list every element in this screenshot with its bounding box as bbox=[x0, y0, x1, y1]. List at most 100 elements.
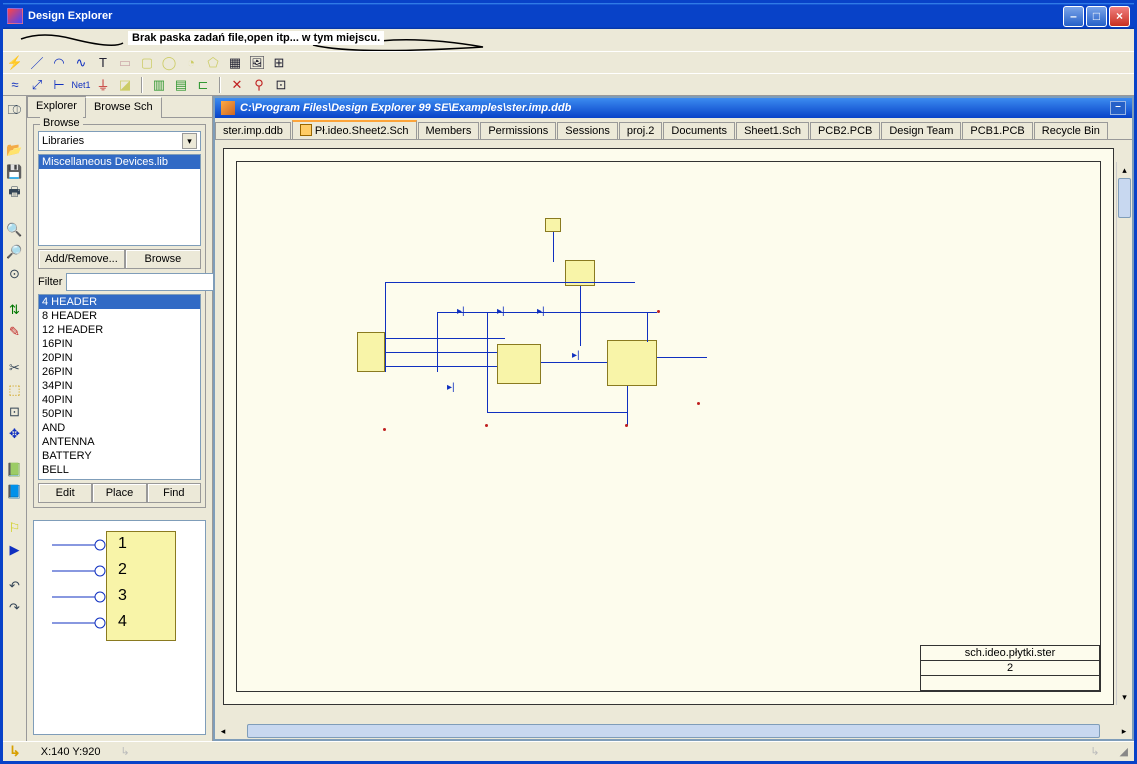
up-down-icon[interactable]: ⇅ bbox=[7, 302, 23, 318]
horizontal-scrollbar[interactable]: ◂ ▸ bbox=[215, 723, 1132, 739]
libraries-dropdown[interactable]: Libraries ▾ bbox=[38, 131, 201, 151]
zoom-out-icon[interactable]: 🔎 bbox=[7, 244, 23, 260]
list-item[interactable]: 40PIN bbox=[39, 393, 200, 407]
list-item[interactable]: 4 HEADER bbox=[39, 295, 200, 309]
sheet-entry-icon[interactable]: ▤ bbox=[173, 77, 189, 93]
ellipse-icon[interactable]: ◯ bbox=[161, 55, 177, 71]
scroll-thumb[interactable] bbox=[1118, 178, 1131, 218]
doc-tab[interactable]: Documents bbox=[663, 122, 735, 139]
doc-tab[interactable]: Members bbox=[418, 122, 480, 139]
redo-icon[interactable]: ↷ bbox=[7, 600, 23, 616]
wire-tool-icon[interactable]: ⚡ bbox=[7, 55, 23, 71]
scroll-left-icon[interactable]: ◂ bbox=[215, 723, 231, 739]
app-icon bbox=[7, 8, 23, 24]
resize-grip-icon[interactable]: ◢ bbox=[1120, 745, 1128, 758]
library-icon[interactable]: 📗 bbox=[7, 462, 23, 478]
tab-explorer[interactable]: Explorer bbox=[27, 96, 86, 117]
doc-tab[interactable]: Permissions bbox=[480, 122, 556, 139]
find-button[interactable]: Find bbox=[147, 483, 201, 503]
filter-input[interactable] bbox=[66, 273, 214, 291]
list-item[interactable]: 16PIN bbox=[39, 337, 200, 351]
scroll-right-icon[interactable]: ▸ bbox=[1116, 723, 1132, 739]
line-tool-icon[interactable]: ／ bbox=[29, 55, 45, 71]
power-port-icon[interactable]: ⏚ bbox=[95, 77, 111, 93]
zoom-in-icon[interactable]: 🔍 bbox=[7, 222, 23, 238]
hierarchy-icon[interactable]: ⎄ bbox=[7, 102, 23, 118]
annotate-icon[interactable]: ⚐ bbox=[7, 520, 23, 536]
scroll-down-icon[interactable]: ▾ bbox=[1117, 689, 1132, 705]
junction-icon[interactable]: ⊢ bbox=[51, 77, 67, 93]
polygon-icon[interactable]: ⬠ bbox=[205, 55, 221, 71]
bus-entry-icon[interactable]: ⤢ bbox=[29, 77, 45, 93]
component-listbox[interactable]: 4 HEADER8 HEADER12 HEADER16PIN20PIN26PIN… bbox=[38, 294, 201, 480]
doc-tab[interactable]: Design Team bbox=[881, 122, 961, 139]
scroll-up-icon[interactable]: ▴ bbox=[1117, 162, 1132, 178]
doc-tab[interactable]: Recycle Bin bbox=[1034, 122, 1108, 139]
probe-icon[interactable]: ⚲ bbox=[251, 77, 267, 93]
doc-tab[interactable]: PCB2.PCB bbox=[810, 122, 880, 139]
doc-tab[interactable]: Pł.ideo.Sheet2.Sch bbox=[292, 120, 417, 139]
list-item[interactable]: 12 HEADER bbox=[39, 323, 200, 337]
select-icon[interactable]: ⬚ bbox=[7, 382, 23, 398]
no-erc-icon[interactable]: ✕ bbox=[229, 77, 245, 93]
round-rect-icon[interactable]: ▢ bbox=[139, 55, 155, 71]
doc-minimize-button[interactable]: – bbox=[1110, 101, 1126, 115]
list-item[interactable]: 8 HEADER bbox=[39, 309, 200, 323]
arc-tool-icon[interactable]: ◠ bbox=[51, 55, 67, 71]
run-icon[interactable]: ▶ bbox=[7, 542, 23, 558]
grid-icon[interactable]: ⊞ bbox=[271, 55, 287, 71]
deselect-icon[interactable]: ⊡ bbox=[7, 404, 23, 420]
status-arrow-icon: ↳ bbox=[9, 743, 21, 760]
scroll-thumb[interactable] bbox=[247, 724, 1100, 738]
doc-tab[interactable]: ster.imp.ddb bbox=[215, 122, 291, 139]
lib-edit-icon[interactable]: 📘 bbox=[7, 484, 23, 500]
edit-button[interactable]: Edit bbox=[38, 483, 92, 503]
document-titlebar[interactable]: C:\Program Files\Design Explorer 99 SE\E… bbox=[215, 98, 1132, 118]
list-item[interactable]: BATTERY bbox=[39, 449, 200, 463]
schematic-sheet[interactable]: ▸| ▸| ▸| ▸| ▸| sch.ideo.płytki.ster 2 bbox=[223, 148, 1114, 705]
list-item[interactable]: 34PIN bbox=[39, 379, 200, 393]
text-tool-icon[interactable]: T bbox=[95, 55, 111, 71]
add-remove-button[interactable]: Add/Remove... bbox=[38, 249, 125, 269]
list-item[interactable]: 26PIN bbox=[39, 365, 200, 379]
bus-tool-icon[interactable]: ≈ bbox=[7, 77, 23, 93]
bezier-tool-icon[interactable]: ∿ bbox=[73, 55, 89, 71]
list-item[interactable]: AND bbox=[39, 421, 200, 435]
move-icon[interactable]: ✥ bbox=[7, 426, 23, 442]
doc-tab[interactable]: Sessions bbox=[557, 122, 618, 139]
library-listbox[interactable]: Miscellaneous Devices.lib bbox=[38, 154, 201, 246]
open-icon[interactable]: 📂 bbox=[7, 142, 23, 158]
stimulus-icon[interactable]: ⊡ bbox=[273, 77, 289, 93]
vertical-scrollbar[interactable]: ▴ ▾ bbox=[1116, 162, 1132, 705]
list-item[interactable]: 50PIN bbox=[39, 407, 200, 421]
maximize-button[interactable]: □ bbox=[1086, 6, 1107, 27]
list-item[interactable]: BELL bbox=[39, 463, 200, 477]
rect-tool-icon[interactable]: ▭ bbox=[117, 55, 133, 71]
print-icon[interactable]: 🖶 bbox=[7, 186, 23, 202]
minimize-button[interactable]: – bbox=[1063, 6, 1084, 27]
netlabel-icon[interactable]: Net1 bbox=[73, 77, 89, 93]
titlebar[interactable]: Design Explorer – □ × bbox=[3, 3, 1134, 29]
list-item[interactable]: 20PIN bbox=[39, 351, 200, 365]
sheet-symbol-icon[interactable]: ▥ bbox=[151, 77, 167, 93]
doc-tab[interactable]: PCB1.PCB bbox=[962, 122, 1032, 139]
list-item[interactable]: Miscellaneous Devices.lib bbox=[39, 155, 200, 169]
close-button[interactable]: × bbox=[1109, 6, 1130, 27]
port-icon[interactable]: ⊏ bbox=[195, 77, 211, 93]
cut-icon[interactable]: ✂ bbox=[7, 360, 23, 376]
pie-icon[interactable]: ◔ bbox=[183, 55, 199, 71]
list-item[interactable]: ANTENNA bbox=[39, 435, 200, 449]
list-item[interactable]: BNC bbox=[39, 477, 200, 480]
save-icon[interactable]: 💾 bbox=[7, 164, 23, 180]
doc-tab[interactable]: Sheet1.Sch bbox=[736, 122, 809, 139]
image-icon[interactable]: 🖼 bbox=[249, 55, 265, 71]
tab-browse-sch[interactable]: Browse Sch bbox=[85, 97, 162, 118]
doc-tab[interactable]: proj.2 bbox=[619, 122, 663, 139]
erc-icon[interactable]: ✎ bbox=[7, 324, 23, 340]
browse-button[interactable]: Browse bbox=[125, 249, 201, 269]
zoom-fit-icon[interactable]: ⊙ bbox=[7, 266, 23, 282]
place-button[interactable]: Place bbox=[92, 483, 146, 503]
part-icon[interactable]: ◪ bbox=[117, 77, 133, 93]
undo-icon[interactable]: ↶ bbox=[7, 578, 23, 594]
array-icon[interactable]: ▦ bbox=[227, 55, 243, 71]
